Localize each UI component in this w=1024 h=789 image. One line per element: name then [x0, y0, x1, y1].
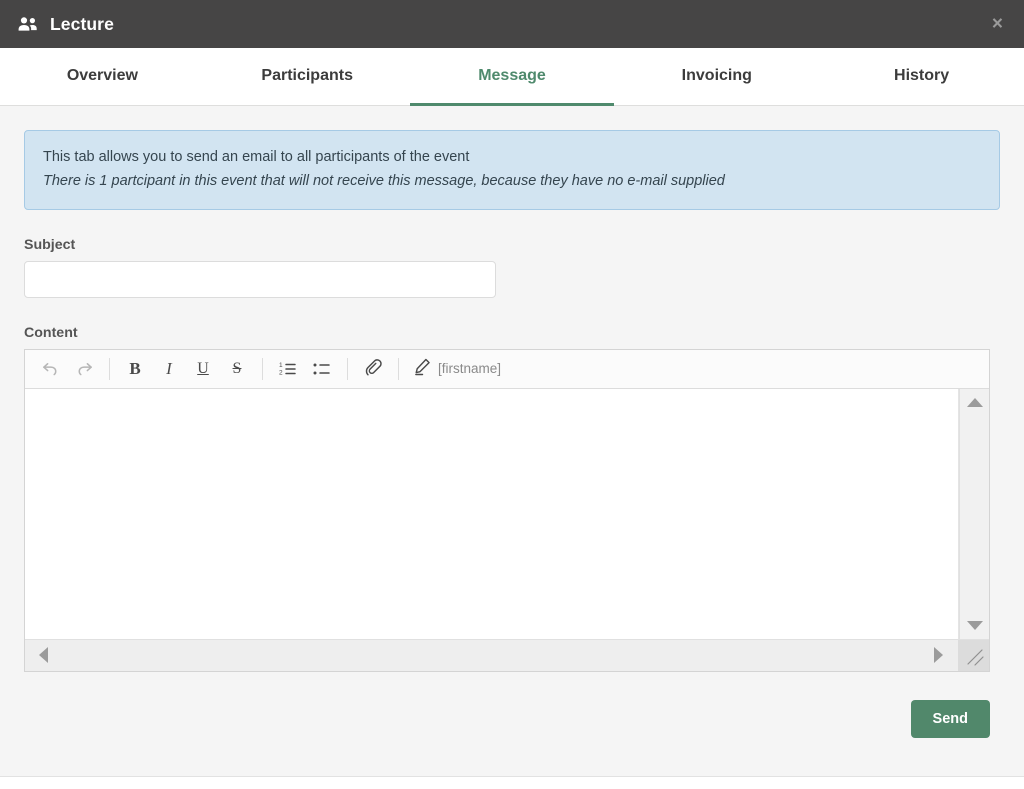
redo-icon[interactable]	[67, 354, 101, 384]
italic-icon[interactable]: I	[152, 354, 186, 384]
subject-input[interactable]	[24, 260, 496, 298]
bold-label: B	[129, 358, 141, 378]
scroll-up-icon[interactable]	[966, 397, 983, 407]
scroll-left-icon[interactable]	[39, 647, 48, 664]
tab-participants[interactable]: Participants	[205, 49, 410, 106]
italic-label: I	[166, 358, 172, 378]
subject-label: Subject	[24, 236, 76, 253]
pencil-icon	[413, 357, 432, 381]
modal-action-row: Send	[24, 699, 990, 738]
close-icon[interactable]: ×	[988, 13, 1007, 36]
users-icon	[18, 16, 37, 32]
modal-title: Lecture	[50, 13, 114, 34]
editor-horizontal-scrollbar[interactable]	[25, 638, 989, 671]
editor-vertical-scrollbar[interactable]	[959, 388, 989, 639]
modal-footer-divider	[0, 776, 1024, 777]
tab-invoicing[interactable]: Invoicing	[614, 49, 819, 106]
tab-history[interactable]: History	[819, 49, 1024, 106]
tab-message[interactable]: Message	[409, 49, 615, 106]
underline-label: U	[197, 359, 209, 377]
bullet-list-icon[interactable]	[305, 354, 339, 384]
toolbar-separator	[347, 357, 348, 380]
content-input[interactable]	[25, 388, 959, 639]
toolbar-separator	[398, 357, 399, 380]
resize-grip-icon[interactable]	[958, 639, 989, 671]
bold-icon[interactable]: B	[118, 354, 152, 384]
info-alert-line-1: This tab allows you to send an email to …	[43, 149, 470, 165]
undo-icon[interactable]	[33, 354, 67, 384]
content-editor: B I U S 1 2 [firstname]	[24, 348, 990, 672]
content-label: Content	[24, 324, 78, 341]
merge-field-label: [firstname]	[438, 361, 502, 377]
tab-overview[interactable]: Overview	[0, 49, 205, 106]
scroll-right-icon[interactable]	[934, 647, 943, 664]
merge-field-firstname-button[interactable]: [firstname]	[407, 354, 507, 384]
underline-icon[interactable]: U	[186, 354, 220, 384]
link-icon[interactable]	[356, 354, 390, 384]
editor-content-area	[25, 388, 989, 639]
tab-bar: Overview Participants Message Invoicing …	[0, 48, 1024, 106]
info-alert-line-2: There is 1 partcipant in this event that…	[43, 173, 725, 190]
info-alert: This tab allows you to send an email to …	[24, 130, 1000, 210]
toolbar-separator	[109, 357, 110, 380]
modal-header-left: Lecture	[18, 14, 114, 35]
strikethrough-label: S	[232, 359, 242, 377]
strikethrough-icon[interactable]: S	[220, 354, 254, 384]
editor-toolbar: B I U S 1 2 [firstname]	[25, 349, 989, 389]
toolbar-separator	[262, 357, 263, 380]
ordered-list-icon[interactable]: 1 2	[271, 354, 305, 384]
modal-header: Lecture ×	[0, 0, 1024, 48]
modal-body: This tab allows you to send an email to …	[0, 106, 1024, 777]
scroll-down-icon[interactable]	[966, 620, 983, 630]
send-button[interactable]: Send	[910, 699, 990, 738]
svg-text:1: 1	[279, 362, 283, 369]
svg-text:2: 2	[279, 369, 283, 376]
